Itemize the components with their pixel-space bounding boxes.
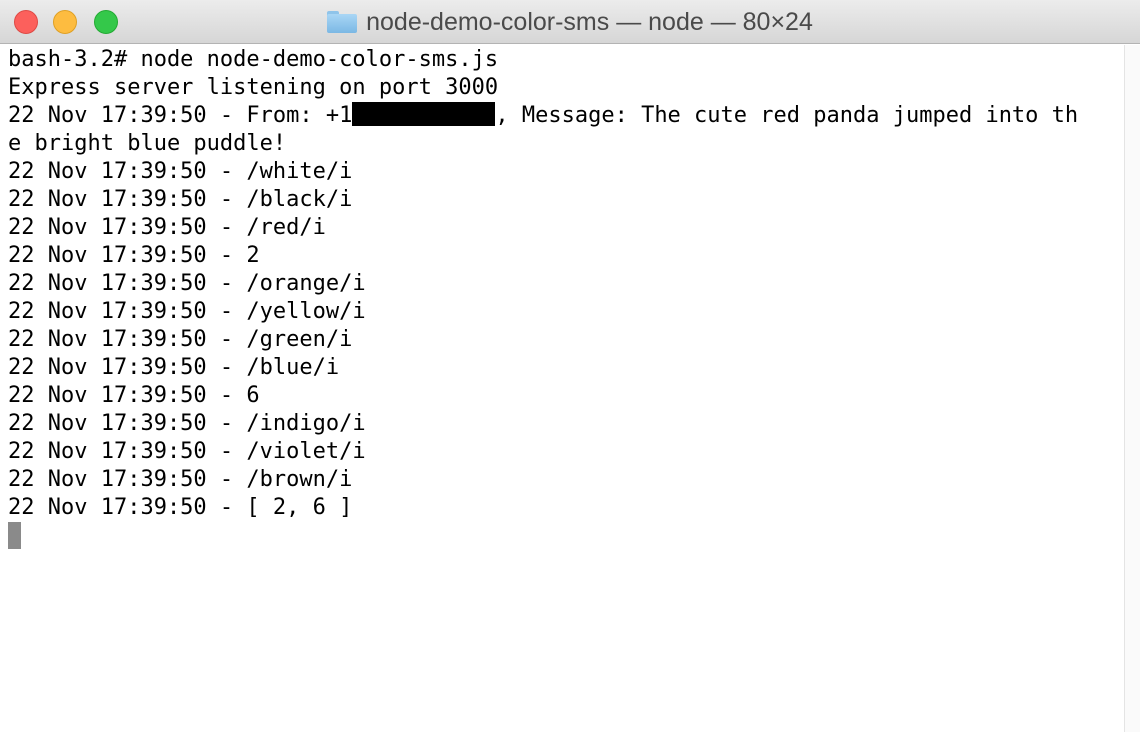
terminal-line: 22 Nov 17:39:50 - /orange/i: [8, 271, 366, 296]
title-bar[interactable]: node-demo-color-sms — node — 80×24: [0, 0, 1140, 44]
terminal-line: 22 Nov 17:39:50 - /black/i: [8, 187, 353, 212]
terminal-line-prompt[interactable]: [8, 522, 1124, 550]
terminal-line-from: 22 Nov 17:39:50 - From: +1 , Message: The…: [8, 102, 1124, 130]
terminal-line: 22 Nov 17:39:50 - /indigo/i: [8, 411, 366, 436]
window-title-text: node-demo-color-sms — node — 80×24: [366, 7, 813, 36]
terminal-output[interactable]: bash-3.2# node node-demo-color-sms.js Ex…: [0, 46, 1124, 732]
terminal-line: 22 Nov 17:39:50 - /yellow/i: [8, 299, 366, 324]
terminal-line: 22 Nov 17:39:50 - /violet/i: [8, 439, 366, 464]
terminal-cursor: [8, 522, 21, 549]
terminal-line: bash-3.2# node node-demo-color-sms.js: [8, 47, 499, 72]
terminal-line: Express server listening on port 3000: [8, 75, 499, 100]
folder-icon: [327, 11, 358, 33]
terminal-line: e bright blue puddle!: [8, 131, 287, 156]
from-suffix: , Message: The cute red panda jumped int…: [495, 103, 1079, 128]
terminal-line: 22 Nov 17:39:50 - /blue/i: [8, 355, 340, 380]
terminal-line: 22 Nov 17:39:50 - /brown/i: [8, 467, 353, 492]
window-title: node-demo-color-sms — node — 80×24: [0, 0, 1140, 44]
terminal-line: 22 Nov 17:39:50 - 6: [8, 383, 260, 408]
terminal-line: 22 Nov 17:39:50 - /green/i: [8, 327, 353, 352]
terminal-line: 22 Nov 17:39:50 - /red/i: [8, 215, 326, 240]
terminal-scrollbar[interactable]: [1124, 45, 1140, 732]
redacted-phone-number: [352, 102, 496, 126]
terminal-line: 22 Nov 17:39:50 - 2: [8, 243, 260, 268]
terminal-window: node-demo-color-sms — node — 80×24 bash-…: [0, 0, 1140, 732]
from-prefix: 22 Nov 17:39:50 - From: +1: [8, 103, 353, 128]
terminal-line: 22 Nov 17:39:50 - [ 2, 6 ]: [8, 495, 353, 520]
terminal-line: 22 Nov 17:39:50 - /white/i: [8, 159, 353, 184]
